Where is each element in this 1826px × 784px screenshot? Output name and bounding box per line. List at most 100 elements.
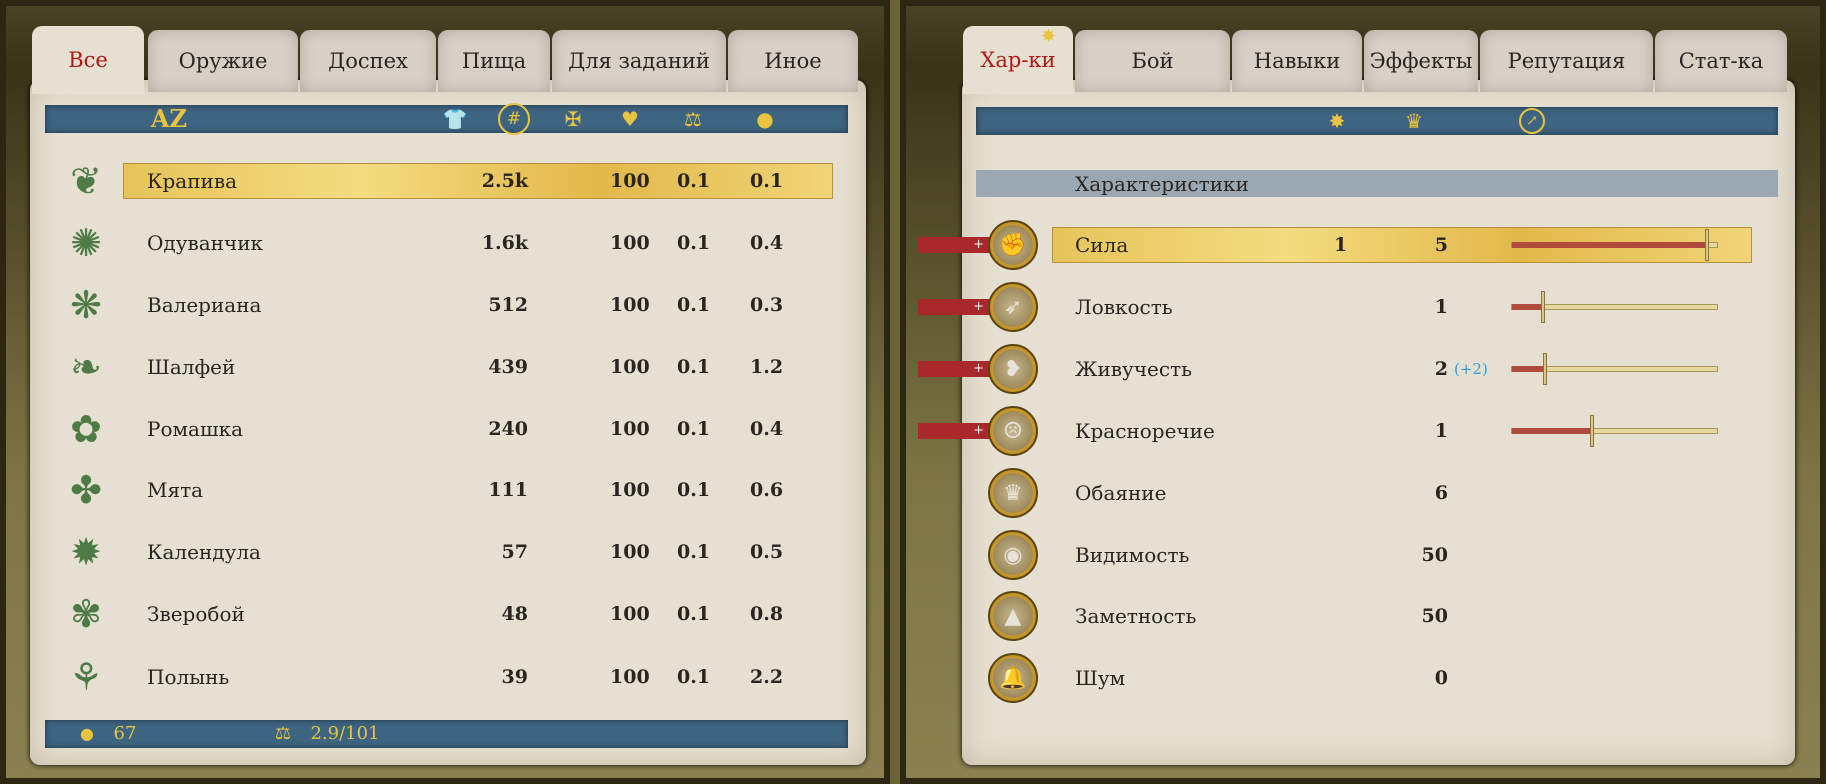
item-price: 1.2 [750,356,784,378]
item-name: Полынь [147,665,230,689]
item-count: 57 [501,541,528,563]
stat-progress-bar [1511,229,1718,261]
item-price: 0.4 [750,418,784,440]
upgrade-stat-button[interactable]: + [918,423,990,439]
item-row[interactable]: Календула 57 100 0.1 0.5 [123,533,833,571]
item-row[interactable]: Ромашка 240 100 0.1 0.4 [123,410,833,448]
item-row[interactable]: Зверобой 48 100 0.1 0.8 [123,595,833,633]
stat-progress-fill [1512,366,1545,372]
wormwood-icon: ⚘ [68,655,104,699]
defense-cross-icon[interactable]: ✠ [565,109,582,129]
stat-progress-marker [1704,229,1709,261]
item-name: Крапива [147,169,238,193]
stat-progress-bar [1511,353,1718,385]
upgrade-stat-button[interactable]: + [918,237,990,253]
tab-inv-0[interactable]: Все [32,26,144,94]
progress-arrow-icon[interactable]: ↗ [1519,108,1545,134]
shirt-icon[interactable]: 👕 [443,109,468,129]
tab-char-0[interactable]: Хар-ки [963,26,1073,94]
stat-row[interactable]: Заметность 50 [1052,597,1752,635]
item-name: Календула [147,540,261,564]
item-weight: 0.1 [677,541,711,563]
sage-leaf-icon: ❧ [70,345,102,389]
dandelion-icon: ✺ [70,221,102,265]
item-price: 0.5 [750,541,784,563]
item-condition: 100 [610,232,650,254]
crown-icon[interactable]: ♛ [1405,111,1423,131]
stat-value: 50 [1421,544,1448,566]
item-row[interactable]: Крапива 2.5k 100 0.1 0.1 [123,162,833,200]
mint-icon: ✤ [70,468,102,512]
tab-char-4[interactable]: Репутация [1480,30,1653,92]
hooded-head-icon: ▲ [988,591,1038,641]
valerian-icon: ❋ [70,283,102,327]
item-name: Зверобой [147,602,245,626]
stat-value: 0 [1434,667,1448,689]
upgrade-stat-button[interactable]: + [918,361,990,377]
tab-inv-2[interactable]: Доспех [300,30,436,92]
count-sort-icon[interactable]: # [498,103,530,135]
stat-row[interactable]: Обаяние 6 [1052,474,1752,512]
item-condition: 100 [610,294,650,316]
broken-heart-icon[interactable]: ♥ [621,109,639,129]
item-row[interactable]: Одуванчик 1.6k 100 0.1 0.4 [123,224,833,262]
item-name: Одуванчик [147,231,264,255]
stat-progress-fill [1512,242,1707,248]
stat-value: 50 [1421,605,1448,627]
tab-inv-5[interactable]: Иное [728,30,858,92]
section-header: Характеристики [976,170,1778,197]
tab-char-3[interactable]: Эффекты [1364,30,1478,92]
new-points-star-icon: ✸ [1041,26,1057,47]
coins-icon[interactable]: ● [756,109,773,129]
tab-char-2[interactable]: Навыки [1232,30,1362,92]
item-row[interactable]: Шалфей 439 100 0.1 1.2 [123,348,833,386]
item-count: 39 [501,666,528,688]
weight-scales-icon: ⚖ [274,723,292,744]
item-weight: 0.1 [677,418,711,440]
stat-row[interactable]: Видимость 50 [1052,536,1752,574]
item-count: 48 [501,603,528,625]
item-condition: 100 [610,603,650,625]
item-count: 439 [488,356,528,378]
item-condition: 100 [610,666,650,688]
stat-name: Ловкость [1075,295,1173,319]
stat-name: Живучесть [1075,357,1193,381]
sort-az-button[interactable]: AZ [151,107,187,131]
stat-name: Обаяние [1075,481,1167,505]
stat-progress-bar [1511,415,1718,447]
stat-name: Видимость [1075,543,1190,567]
item-condition: 100 [610,418,650,440]
star-icon[interactable]: ✸ [1329,111,1346,131]
stat-base-value: 1 [1334,234,1348,256]
tab-char-5[interactable]: Стат-ка [1655,30,1787,92]
stat-row[interactable]: Шум 0 [1052,659,1752,697]
tab-inv-1[interactable]: Оружие [148,30,298,92]
item-price: 0.8 [750,603,784,625]
eye-icon: ◉ [988,530,1038,580]
item-weight: 0.1 [677,666,711,688]
stat-value: 5 [1434,234,1448,256]
weight-scales-icon[interactable]: ⚖ [684,109,702,129]
item-condition: 100 [610,356,650,378]
weight-value: 2.9/101 [310,723,380,744]
tab-inv-3[interactable]: Пища [438,30,550,92]
upgrade-stat-button[interactable]: + [918,299,990,315]
item-count: 1.6k [481,232,528,254]
crown-icon: ♛ [988,468,1038,518]
item-condition: 100 [610,479,650,501]
item-row[interactable]: Валериана 512 100 0.1 0.3 [123,286,833,324]
inventory-header-bar: AZ 👕 # ✠ ♥ ⚖ ● [45,103,848,135]
item-price: 0.4 [750,232,784,254]
stat-progress-marker [1589,415,1594,447]
item-name: Шалфей [147,355,236,379]
heart-figure-icon: ❥ [988,344,1038,394]
item-row[interactable]: Мята 111 100 0.1 0.6 [123,471,833,509]
coins-icon: ● [80,724,94,743]
tab-inv-4[interactable]: Для заданий [552,30,726,92]
stat-progress-bar [1511,291,1718,323]
winged-boot-icon: ➶ [988,282,1038,332]
tab-char-1[interactable]: Бой [1075,30,1230,92]
stat-name: Красноречие [1075,419,1215,443]
item-condition: 100 [610,170,650,192]
item-row[interactable]: Полынь 39 100 0.1 2.2 [123,658,833,696]
